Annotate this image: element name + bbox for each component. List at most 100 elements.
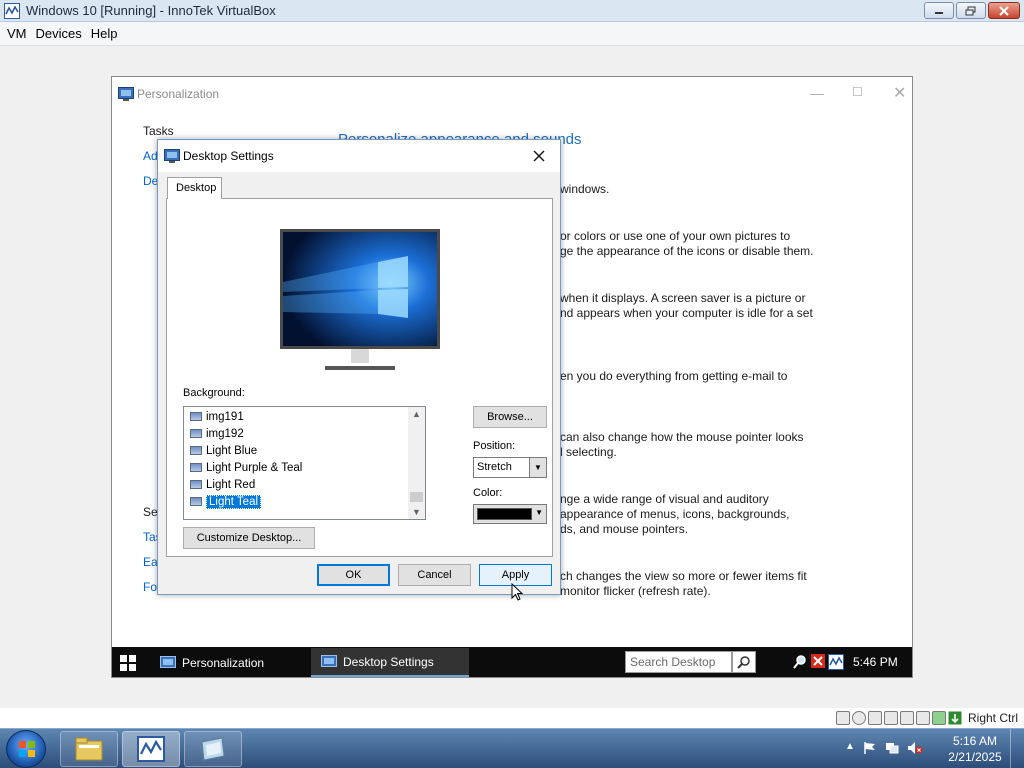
- background-listbox[interactable]: img191 img192 Light Blue Light Purple & …: [183, 406, 426, 520]
- restore-button[interactable]: [956, 2, 986, 19]
- image-icon: [190, 497, 202, 506]
- windows-logo-icon: [19, 741, 35, 757]
- customize-desktop-button[interactable]: Customize Desktop...: [183, 527, 315, 549]
- desc-line: ds, and mouse pointers.: [560, 522, 689, 536]
- dialog-title: Desktop Settings: [183, 149, 274, 163]
- guest-minimize-button[interactable]: —: [810, 85, 824, 101]
- image-icon: [190, 429, 202, 438]
- restore-icon: [965, 6, 976, 15]
- position-select[interactable]: Stretch ▼: [473, 457, 547, 478]
- floppy-icon[interactable]: [867, 711, 882, 725]
- scroll-down-icon[interactable]: ▼: [412, 507, 421, 517]
- search-desktop-input[interactable]: Search Desktop: [625, 651, 732, 673]
- action-center-flag-icon[interactable]: [863, 741, 877, 755]
- list-item[interactable]: img192: [190, 425, 244, 442]
- desc-line: monitor flicker (refresh rate).: [560, 584, 711, 598]
- close-icon: [999, 5, 1009, 16]
- taskbar-explorer-button[interactable]: [60, 731, 118, 767]
- wallpaper-preview: [280, 229, 440, 349]
- listbox-scrollbar[interactable]: ▲ ▼: [408, 407, 425, 519]
- personalization-icon: [118, 87, 134, 101]
- dialog-title-bar[interactable]: Desktop Settings: [158, 140, 560, 172]
- task-link-adjust[interactable]: Ad: [143, 149, 158, 163]
- menu-devices[interactable]: Devices: [36, 26, 82, 41]
- host-system-tray: ▲: [845, 741, 923, 755]
- tasks-heading: Tasks: [143, 124, 174, 138]
- see-also-fonts-link[interactable]: Fo: [143, 580, 157, 594]
- host-title-bar: Windows 10 [Running] - InnoTek VirtualBo…: [0, 0, 1024, 22]
- personalization-title: Personalization: [137, 87, 220, 101]
- taskbar-item-personalization[interactable]: Personalization: [150, 648, 308, 677]
- scroll-up-icon[interactable]: ▲: [412, 409, 421, 419]
- close-icon: [533, 150, 545, 162]
- windows-orb-start-button[interactable]: [6, 730, 46, 768]
- magnifier-icon[interactable]: [792, 654, 808, 670]
- browse-button[interactable]: Browse...: [473, 406, 547, 428]
- image-icon: [190, 412, 202, 421]
- desc-line: l selecting.: [560, 445, 617, 459]
- desc-line: nd appears when your computer is idle fo…: [560, 306, 813, 320]
- cancel-button[interactable]: Cancel: [398, 564, 471, 586]
- window-icon: [201, 737, 225, 761]
- windows-wallpaper-image: [283, 232, 437, 346]
- minimize-button[interactable]: [924, 2, 954, 19]
- menu-vm[interactable]: VM: [7, 26, 27, 41]
- hard-disk-icon[interactable]: [835, 711, 850, 725]
- list-item[interactable]: Light Red: [190, 476, 255, 493]
- menu-help[interactable]: Help: [91, 26, 118, 41]
- desktop-settings-icon: [321, 654, 337, 667]
- shared-folders-icon[interactable]: [915, 711, 930, 725]
- optical-drive-icon[interactable]: [851, 711, 866, 725]
- guest-taskbar: Personalization Desktop Settings Search …: [112, 647, 912, 677]
- color-picker-button[interactable]: ▼: [473, 504, 547, 524]
- desc-line: en you do everything from getting e-mail…: [560, 369, 788, 383]
- dropdown-arrow-icon: ▼: [535, 508, 543, 517]
- chevron-down-icon: ▼: [529, 458, 546, 477]
- host-clock[interactable]: 5:16 AM 2/21/2025: [943, 733, 1007, 765]
- list-item[interactable]: Light Purple & Teal: [190, 459, 302, 476]
- host-window-title: Windows 10 [Running] - InnoTek VirtualBo…: [26, 3, 276, 18]
- taskbar-item-label: Personalization: [182, 655, 265, 670]
- error-icon[interactable]: [811, 654, 825, 668]
- virtualbox-tray-icon[interactable]: [828, 654, 844, 670]
- show-desktop-button[interactable]: [1010, 729, 1024, 768]
- host-taskbar: ▲ 5:16 AM 2/21/2025: [0, 728, 1024, 768]
- position-value: Stretch: [477, 461, 512, 473]
- desktop-settings-dialog: Desktop Settings Desktop Background: img…: [157, 139, 561, 595]
- ok-button[interactable]: OK: [317, 564, 390, 586]
- host-date: 2/21/2025: [948, 750, 1002, 764]
- monitor-stand: [351, 349, 369, 363]
- scroll-thumb[interactable]: [410, 492, 423, 502]
- image-icon: [190, 463, 202, 472]
- network-icon[interactable]: [883, 711, 898, 725]
- taskbar-virtualbox-button[interactable]: [122, 731, 180, 767]
- image-icon: [190, 480, 202, 489]
- background-label: Background:: [183, 387, 245, 399]
- taskbar-item-desktop-settings[interactable]: Desktop Settings: [311, 648, 469, 677]
- color-swatch: [477, 508, 532, 520]
- virtualbox-icon: [137, 736, 165, 762]
- monitor-base: [325, 366, 395, 370]
- show-hidden-icons-icon[interactable]: ▲: [845, 741, 855, 755]
- personalization-title-bar: Personalization — ☐ ✕: [112, 77, 912, 111]
- network-icon[interactable]: [885, 741, 899, 755]
- close-button[interactable]: [988, 2, 1020, 19]
- guest-clock[interactable]: 5:46 PM: [853, 655, 898, 669]
- guest-maximize-button[interactable]: ☐: [852, 85, 863, 99]
- volume-muted-icon[interactable]: [907, 741, 923, 755]
- list-item[interactable]: Light Blue: [190, 442, 257, 459]
- windows-start-icon[interactable]: [120, 655, 136, 671]
- host-menu-bar: VM Devices Help: [0, 22, 1024, 46]
- desc-line: windows.: [560, 182, 610, 196]
- desktop-settings-icon: [164, 149, 180, 163]
- mouse-integration-icon[interactable]: [931, 711, 946, 725]
- minimize-icon: [935, 11, 943, 14]
- guest-close-button[interactable]: ✕: [893, 83, 906, 103]
- tab-desktop[interactable]: Desktop: [167, 177, 222, 199]
- list-item[interactable]: img191: [190, 408, 244, 425]
- list-item-selected[interactable]: Light Teal: [190, 493, 262, 510]
- usb-icon[interactable]: [899, 711, 914, 725]
- taskbar-vm-window-button[interactable]: [184, 731, 242, 767]
- search-button[interactable]: [732, 651, 756, 673]
- dialog-close-button[interactable]: [526, 145, 552, 167]
